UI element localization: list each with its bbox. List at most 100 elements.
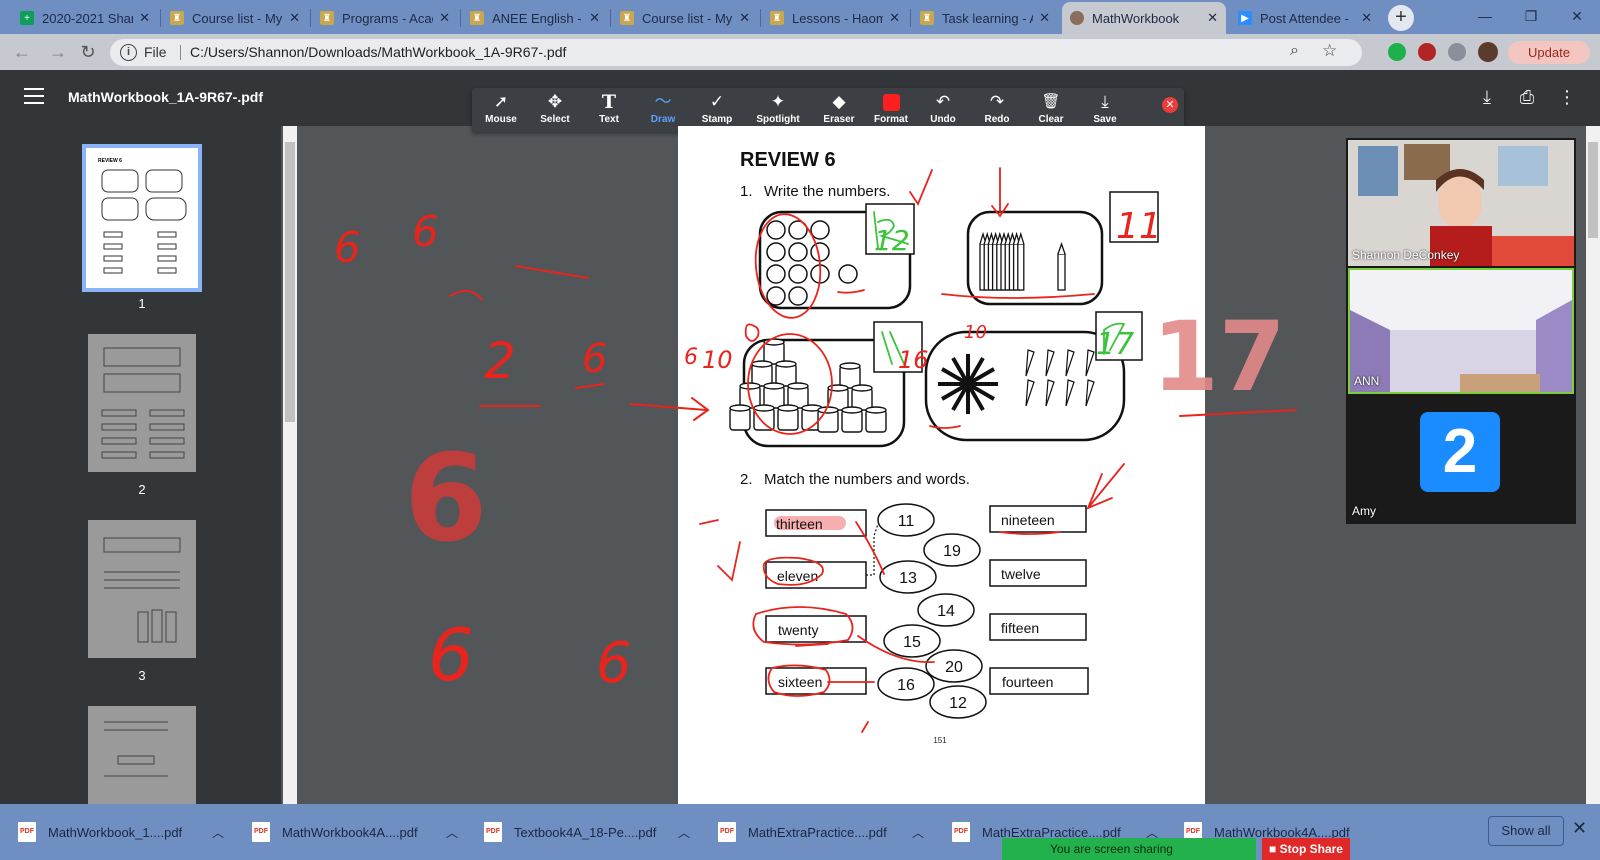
close-downloads-icon[interactable]: ✕ — [1572, 818, 1587, 839]
page-scrollbar[interactable] — [1586, 126, 1600, 804]
download-item-1[interactable]: PDF MathWorkbook_1....pdf ︿ — [18, 804, 224, 860]
tool-eraser[interactable]: ◆ Eraser — [812, 92, 866, 130]
can-top — [763, 382, 785, 390]
zoom-icon[interactable]: ⌕ — [1290, 42, 1299, 60]
undo-icon: ↶ — [935, 92, 951, 111]
can-top — [865, 406, 887, 414]
tab-1[interactable]: +2020-2021 Shan ✕ — [12, 2, 158, 34]
close-tab-icon[interactable]: ✕ — [589, 10, 600, 26]
tool-save[interactable]: ⤓ Save — [1078, 92, 1132, 130]
profile-avatar[interactable] — [1478, 42, 1498, 62]
close-tab-icon[interactable]: ✕ — [1361, 10, 1372, 26]
download-icon[interactable]: ⤓ — [1476, 86, 1498, 108]
tab-4[interactable]: ♜ ANEE English - C ✕ — [462, 2, 608, 34]
screen-sharing-indicator[interactable]: You are screen sharing — [1002, 838, 1256, 860]
tool-format[interactable]: Format — [864, 92, 918, 130]
close-tab-icon[interactable]: ✕ — [1039, 10, 1050, 26]
download-item-2[interactable]: PDF MathWorkbook4A....pdf ︿ — [252, 804, 458, 860]
page-footer-number: 151 — [933, 736, 947, 745]
stop-share-button[interactable]: ■ Stop Share — [1262, 838, 1350, 860]
zoom-participant-panel: Shannon DeConkey ANN 2 Amy — [1346, 138, 1576, 524]
new-tab-button[interactable]: + — [1388, 5, 1414, 31]
can-top — [787, 382, 809, 390]
tool-redo[interactable]: ↷ Redo — [970, 92, 1024, 130]
tab-6[interactable]: ♜ Lessons - Haom ✕ — [762, 2, 908, 34]
tab-7[interactable]: ♜ Task learning - A ✕ — [912, 2, 1058, 34]
close-tab-icon[interactable]: ✕ — [1207, 10, 1218, 26]
ball — [766, 264, 786, 284]
chevron-up-icon[interactable]: ︿ — [446, 824, 458, 841]
ublock-icon[interactable] — [1418, 43, 1436, 61]
sidebar-scrollbar[interactable] — [283, 126, 297, 804]
download-filename: MathWorkbook4A....pdf — [282, 824, 418, 840]
show-all-button[interactable]: Show all — [1488, 816, 1564, 846]
tab-9[interactable]: ▶ Post Attendee - ✕ — [1230, 2, 1380, 34]
page-scroll-thumb[interactable] — [1588, 142, 1598, 238]
update-button[interactable]: Update — [1508, 41, 1590, 64]
chevron-up-icon[interactable]: ︿ — [212, 824, 224, 841]
school-icon: ♜ — [320, 11, 334, 25]
school-icon: ♜ — [770, 11, 784, 25]
thumbnail-page-3[interactable] — [88, 520, 196, 658]
print-icon[interactable]: ⎙ — [1516, 86, 1538, 108]
close-tab-icon[interactable]: ✕ — [739, 10, 750, 26]
chevron-up-icon[interactable]: ︿ — [912, 824, 924, 841]
tool-select[interactable]: ✥ Select — [528, 92, 582, 130]
stop-icon: ■ — [1269, 842, 1280, 856]
word-sixteen: sixteen — [778, 674, 822, 690]
sidebar-scroll-thumb[interactable] — [285, 142, 295, 422]
check-icon: ✓ — [709, 92, 725, 111]
handwritten-answer-4: 17 — [1096, 327, 1134, 362]
restore-button[interactable]: ❐ — [1508, 0, 1554, 34]
video-tile-ann[interactable]: ANN — [1348, 268, 1574, 394]
thumbnail-page-4[interactable] — [88, 706, 196, 804]
tab-2[interactable]: ♜ Course list - My ✕ — [162, 2, 308, 34]
sheets-icon: + — [20, 11, 34, 25]
close-window-button[interactable]: ✕ — [1554, 0, 1600, 34]
tool-spotlight[interactable]: ✦ Spotlight — [748, 92, 808, 130]
thumbnail-page-2[interactable] — [88, 334, 196, 472]
q2-text: Match the numbers and words. — [764, 471, 970, 488]
bookmark-star-icon[interactable]: ☆ — [1322, 41, 1337, 61]
url-text[interactable]: C:/Users/Shannon/Downloads/MathWorkbook_… — [190, 44, 566, 60]
tab-5[interactable]: ♜ Course list - My ✕ — [612, 2, 758, 34]
handwritten-10: 10 — [964, 322, 987, 343]
video-tile-amy[interactable]: 2 Amy — [1348, 396, 1574, 522]
number-12: 12 — [949, 695, 967, 712]
participant-name: Amy — [1352, 504, 1376, 518]
thumbnail-1-preview: REVIEW 6 — [98, 158, 187, 274]
tab-title: Course list - My — [192, 10, 283, 26]
puzzle-icon[interactable] — [1448, 43, 1466, 61]
chevron-up-icon[interactable]: ︿ — [678, 824, 690, 841]
extension-icon[interactable] — [1388, 43, 1406, 61]
word-fourteen: fourteen — [1002, 674, 1053, 690]
close-tab-icon[interactable]: ✕ — [889, 10, 900, 26]
close-tab-icon[interactable]: ✕ — [289, 10, 300, 26]
tool-stamp[interactable]: ✓ Stamp — [690, 92, 744, 130]
download-item-3[interactable]: PDF Textbook4A_18-Pe....pdf ︿ — [484, 804, 690, 860]
video-tile-shannon[interactable]: Shannon DeConkey — [1348, 140, 1574, 266]
back-icon[interactable]: ← — [10, 40, 34, 64]
info-icon[interactable]: i — [120, 44, 137, 61]
minimize-button[interactable]: — — [1462, 0, 1508, 34]
tool-text[interactable]: T Text — [582, 92, 636, 130]
forward-icon[interactable]: → — [46, 40, 70, 64]
tab-3[interactable]: ♜ Programs - Acad ✕ — [312, 2, 458, 34]
more-options-icon[interactable]: ⋮ — [1556, 86, 1578, 108]
tool-mouse[interactable]: ➚ Mouse — [474, 92, 528, 130]
close-tab-icon[interactable]: ✕ — [439, 10, 450, 26]
number-14: 14 — [937, 603, 955, 620]
reload-icon[interactable]: ↻ — [76, 40, 100, 64]
address-bar[interactable]: i File C:/Users/Shannon/Downloads/MathWo… — [110, 39, 1362, 66]
draw-icon: 〜 — [654, 92, 672, 111]
hamburger-menu-icon[interactable] — [24, 88, 44, 104]
thumbnail-page-1[interactable]: REVIEW 6 — [82, 144, 202, 292]
tool-undo[interactable]: ↶ Undo — [916, 92, 970, 130]
download-item-4[interactable]: PDF MathExtraPractice....pdf ︿ — [718, 804, 924, 860]
close-annotation-icon[interactable]: ✕ — [1162, 97, 1178, 113]
tab-8-active[interactable]: MathWorkbook ✕ — [1062, 2, 1226, 34]
tool-draw[interactable]: 〜 Draw — [636, 92, 690, 130]
tool-clear[interactable]: 🗑 Clear — [1024, 92, 1078, 130]
close-tab-icon[interactable]: ✕ — [139, 10, 150, 26]
q1-number: 1. — [740, 183, 753, 200]
